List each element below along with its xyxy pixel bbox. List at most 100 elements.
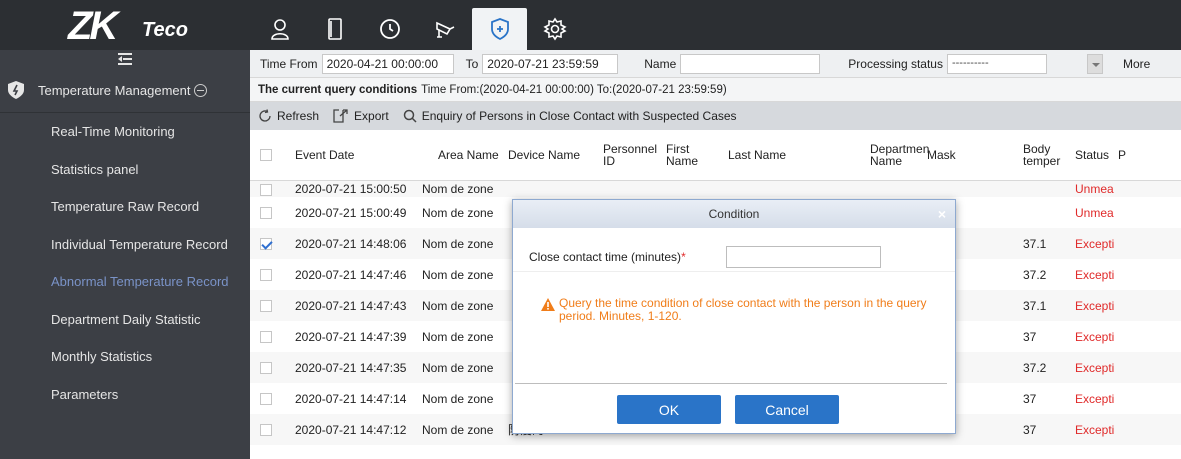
header-personnel-id[interactable]: Personnel ID (599, 130, 662, 181)
cell-status: Exceptic (1075, 298, 1114, 313)
close-contact-time-input[interactable] (725, 246, 881, 268)
more-button[interactable]: More (1123, 57, 1150, 71)
header-last-name[interactable]: Last Name (724, 130, 866, 181)
clock-icon (379, 19, 400, 39)
row-checkbox-cell (250, 321, 283, 352)
nav-personnel[interactable] (252, 8, 307, 50)
header-body-temperature[interactable]: Body temper (1019, 130, 1071, 181)
sidebar-collapse-button[interactable] (0, 50, 250, 68)
row-checkbox[interactable] (260, 238, 272, 251)
cancel-button[interactable]: Cancel (735, 395, 839, 424)
processing-status-label: Processing status (848, 56, 943, 71)
sidebar-item-real-time-monitoring[interactable]: Real-Time Monitoring (0, 113, 250, 151)
enquiry-close-contact-button[interactable]: Enquiry of Persons in Close Contact with… (403, 109, 737, 123)
required-mark: * (681, 250, 686, 264)
cell-body-temperature: 37 (1023, 391, 1037, 406)
sidebar-item-abnormal-temperature-record[interactable]: Abnormal Temperature Record (0, 263, 250, 301)
sidebar-item-parameters[interactable]: Parameters (0, 376, 250, 414)
enquiry-label: Enquiry of Persons in Close Contact with… (421, 109, 737, 123)
refresh-label: Refresh (277, 109, 320, 123)
header-event-date[interactable]: Event Date (283, 130, 418, 181)
sidebar: Temperature Management Real-Time Monitor… (0, 50, 250, 459)
row-checkbox[interactable] (260, 269, 272, 282)
time-from-label: Time From (260, 56, 318, 71)
header-extra[interactable]: P (1114, 130, 1181, 181)
row-checkbox[interactable] (260, 331, 272, 344)
header-device-name[interactable]: Device Name (504, 130, 599, 181)
nav-access[interactable] (307, 8, 362, 50)
row-checkbox-cell (250, 290, 283, 321)
cell-body-temperature: 37 (1023, 422, 1037, 437)
sidebar-item-temperature-raw-record[interactable]: Temperature Raw Record (0, 188, 250, 226)
query-conditions: The current query conditions Time From:(… (250, 78, 1181, 102)
cell-event-date: 2020-07-21 14:47:39 (295, 329, 407, 344)
divider (513, 271, 955, 272)
row-checkbox[interactable] (260, 362, 272, 375)
close-icon[interactable]: × (938, 206, 946, 222)
row-checkbox-cell (250, 414, 283, 445)
sidebar-section-temperature[interactable]: Temperature Management (0, 68, 250, 113)
cell-extra (1114, 321, 1181, 352)
row-checkbox-cell (250, 259, 283, 290)
header-area-name[interactable]: Area Name (418, 130, 504, 181)
ok-button[interactable]: OK (617, 395, 721, 424)
search-icon (403, 109, 417, 123)
row-checkbox[interactable] (260, 300, 272, 313)
cell-first-name (662, 180, 724, 197)
name-label: Name (644, 56, 677, 71)
row-checkbox[interactable] (260, 393, 272, 406)
cell-last-name (724, 180, 866, 197)
cell-area-name: Nom de zone (422, 391, 494, 406)
name-input[interactable] (680, 53, 821, 74)
nav-attendance[interactable] (362, 8, 417, 50)
filter-bar: Time From 2020-04-21 00:00:00 To 2020-07… (250, 50, 1181, 78)
nav-temperature[interactable] (472, 8, 527, 50)
time-from-input[interactable]: 2020-04-21 00:00:00 (321, 53, 454, 74)
cell-event-date: 2020-07-21 14:47:46 (295, 267, 407, 282)
header-first-name[interactable]: First Name (662, 130, 724, 181)
top-header: ZK Teco (0, 0, 1181, 50)
time-to-input[interactable]: 2020-07-21 23:59:59 (482, 53, 619, 74)
door-icon (327, 18, 342, 40)
export-button[interactable]: Export (333, 109, 389, 123)
select-all-cell[interactable] (250, 130, 283, 181)
cell-area-name: Nom de zone (422, 422, 494, 437)
sidebar-item-individual-temperature-record[interactable]: Individual Temperature Record (0, 226, 250, 264)
close-contact-time-row: Close contact time (minutes) * (529, 246, 881, 268)
collapse-section-icon[interactable] (194, 83, 208, 97)
cell-extra (1114, 180, 1181, 197)
cell-event-date: 2020-07-21 14:47:14 (295, 391, 407, 406)
cell-status: Exceptic (1075, 422, 1114, 437)
row-checkbox-cell (250, 352, 283, 383)
cell-extra (1114, 197, 1181, 228)
cell-body-temperature: 37.1 (1023, 298, 1047, 313)
cell-department-name (866, 180, 923, 197)
cell-area-name: Nom de zone (422, 205, 494, 220)
cell-area-name: Nom de zone (422, 267, 494, 282)
collapse-menu-icon (118, 53, 132, 65)
sidebar-item-statistics-panel[interactable]: Statistics panel (0, 151, 250, 189)
sidebar-item-monthly-statistics[interactable]: Monthly Statistics (0, 338, 250, 376)
row-checkbox[interactable] (260, 207, 272, 220)
sidebar-item-department-daily-statistic[interactable]: Department Daily Statistic (0, 301, 250, 339)
processing-status-select[interactable]: ---------- (946, 53, 1047, 74)
cell-event-date: 2020-07-21 14:48:06 (295, 236, 407, 251)
cell-body-temperature: 37.1 (1023, 236, 1047, 251)
nav-video[interactable] (417, 8, 472, 50)
select-all-checkbox[interactable] (260, 149, 272, 162)
refresh-button[interactable]: Refresh (258, 109, 319, 123)
header-department-name[interactable]: Departmen Name (866, 130, 929, 181)
condition-dialog: Condition × Close contact time (minutes)… (512, 199, 956, 434)
export-label: Export (354, 109, 389, 123)
row-checkbox[interactable] (260, 424, 272, 437)
chevron-down-icon[interactable] (1086, 53, 1103, 74)
table-row[interactable]: 2020-07-21 15:00:50 Nom de zone Unmeas (250, 180, 1181, 197)
cell-status: Unmeas (1075, 181, 1114, 196)
row-checkbox[interactable] (260, 183, 272, 196)
cell-extra (1114, 290, 1181, 321)
nav-system[interactable] (527, 8, 582, 50)
row-checkbox-cell (250, 383, 283, 414)
query-conditions-text: Time From:(2020-04-21 00:00:00) To:(2020… (421, 83, 727, 96)
header-mask[interactable]: Mask (923, 130, 1019, 181)
header-status[interactable]: Status (1071, 130, 1114, 181)
